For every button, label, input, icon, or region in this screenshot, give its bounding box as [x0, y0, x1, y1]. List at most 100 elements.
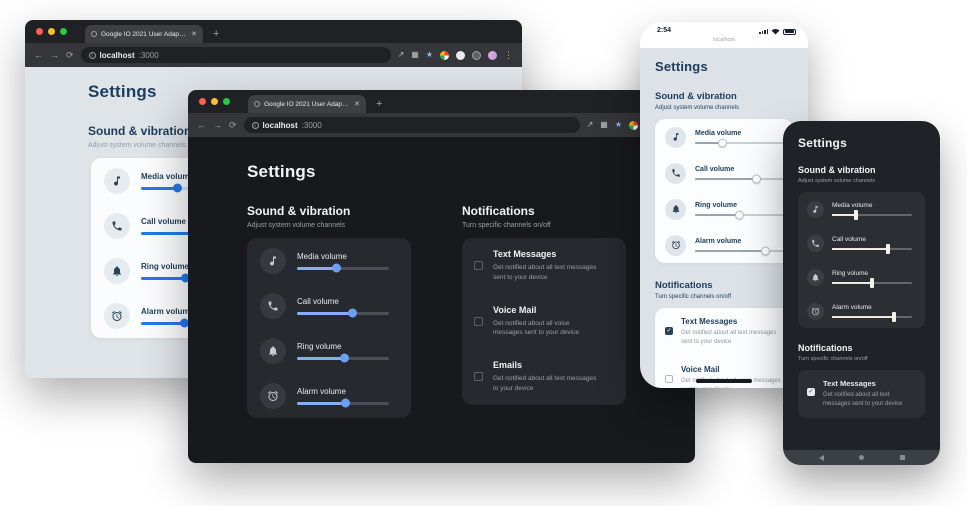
- browser-address[interactable]: localhost: [640, 37, 808, 43]
- status-icons: [759, 28, 796, 35]
- alarm-volume-slider[interactable]: [832, 316, 912, 318]
- slider-thumb[interactable]: [761, 247, 770, 256]
- media-volume-row: Media volume: [655, 119, 793, 155]
- address-bar[interactable]: i localhost:3000: [81, 47, 391, 63]
- slider-thumb[interactable]: [173, 184, 182, 193]
- notifications-section-title: Notifications: [462, 204, 626, 218]
- emails-checkbox[interactable]: [474, 372, 483, 381]
- site-info-icon[interactable]: i: [89, 52, 96, 59]
- music-note-icon: [104, 168, 130, 194]
- ring-volume-label: Ring volume: [832, 270, 912, 277]
- new-tab-button[interactable]: +: [376, 98, 382, 110]
- reload-icon[interactable]: ⟳: [66, 51, 74, 60]
- extension-colorwheel-icon[interactable]: [440, 51, 449, 60]
- share-icon[interactable]: ↗: [398, 51, 405, 59]
- extension-gem-icon[interactable]: [488, 51, 497, 60]
- slider-thumb[interactable]: [332, 264, 341, 273]
- slider-thumb[interactable]: [870, 278, 874, 288]
- ring-volume-slider[interactable]: [832, 282, 912, 284]
- phone-icon: [807, 235, 824, 252]
- slider-thumb[interactable]: [892, 312, 896, 322]
- notification-title: Text Messages: [681, 317, 783, 326]
- extension-ghost-icon[interactable]: [456, 51, 465, 60]
- text-messages-checkbox[interactable]: ✓: [665, 327, 673, 335]
- close-tab-icon[interactable]: ✕: [191, 30, 197, 38]
- voice-mail-checkbox[interactable]: [474, 317, 483, 326]
- share-icon[interactable]: ↗: [587, 121, 594, 129]
- ring-volume-row: Ring volume: [655, 191, 793, 227]
- slider-thumb[interactable]: [340, 354, 349, 363]
- translate-icon[interactable]: ▦: [411, 51, 419, 59]
- slider-thumb[interactable]: [718, 139, 727, 148]
- forward-icon[interactable]: →: [213, 121, 222, 130]
- ring-volume-slider[interactable]: [695, 214, 787, 217]
- back-icon[interactable]: ←: [34, 51, 43, 60]
- slider-thumb[interactable]: [854, 210, 858, 220]
- browser-menu-icon[interactable]: ⋮: [504, 50, 513, 61]
- alarm-volume-label: Alarm volume: [297, 387, 389, 396]
- text-messages-row: ✓ Text Messages Get notified about all t…: [798, 370, 925, 418]
- minimize-window-button[interactable]: [211, 98, 218, 105]
- close-window-button[interactable]: [199, 98, 206, 105]
- bookmark-star-icon[interactable]: ★: [615, 121, 622, 129]
- android-recents-icon[interactable]: [900, 455, 905, 460]
- voice-mail-checkbox[interactable]: [665, 375, 673, 383]
- zoom-window-button[interactable]: [60, 28, 67, 35]
- android-back-icon[interactable]: [819, 455, 824, 461]
- slider-thumb[interactable]: [886, 244, 890, 254]
- bookmark-star-icon[interactable]: ★: [426, 51, 433, 59]
- call-volume-slider[interactable]: [695, 178, 787, 181]
- slider-thumb[interactable]: [735, 211, 744, 220]
- text-messages-checkbox[interactable]: [474, 261, 483, 270]
- sound-section-subtitle: Adjust system volume channels: [655, 105, 793, 111]
- alarm-volume-row: Alarm volume: [655, 227, 793, 263]
- extension-colorwheel-icon[interactable]: [629, 121, 638, 130]
- address-bar[interactable]: i localhost :3000: [244, 117, 580, 133]
- page-title: Settings: [247, 162, 695, 182]
- call-volume-slider[interactable]: [832, 248, 912, 250]
- zoom-window-button[interactable]: [223, 98, 230, 105]
- text-messages-checkbox[interactable]: ✓: [807, 388, 815, 396]
- alarm-volume-slider[interactable]: [297, 402, 389, 405]
- slider-thumb[interactable]: [752, 175, 761, 184]
- browser-tab[interactable]: Google IO 2021 User Adaptive ✕: [248, 95, 366, 113]
- url-host: localhost: [263, 121, 298, 130]
- url-port: :3000: [302, 121, 322, 130]
- browser-tab[interactable]: Google IO 2021 User Adaptive ✕: [85, 25, 203, 43]
- text-messages-row: Text Messages Get notified about all tex…: [462, 238, 626, 294]
- forward-icon[interactable]: →: [50, 51, 59, 60]
- page-title: Settings: [798, 136, 925, 150]
- call-volume-row: Call volume: [655, 155, 793, 191]
- volume-card: Media volume Call volume Ring volume Ala…: [655, 119, 793, 263]
- alarm-volume-slider[interactable]: [695, 250, 787, 253]
- close-tab-icon[interactable]: ✕: [354, 100, 360, 108]
- notification-title: Emails: [493, 360, 598, 370]
- window-controls: [36, 28, 67, 35]
- back-icon[interactable]: ←: [197, 121, 206, 130]
- close-window-button[interactable]: [36, 28, 43, 35]
- translate-icon[interactable]: ▦: [600, 121, 608, 129]
- notification-title: Voice Mail: [681, 365, 783, 374]
- extension-person-icon[interactable]: [472, 51, 481, 60]
- home-indicator[interactable]: [696, 379, 752, 383]
- reload-icon[interactable]: ⟳: [229, 121, 237, 130]
- call-volume-slider[interactable]: [297, 312, 389, 315]
- minimize-window-button[interactable]: [48, 28, 55, 35]
- media-volume-slider[interactable]: [695, 142, 787, 145]
- call-volume-label: Call volume: [297, 297, 389, 306]
- media-volume-slider[interactable]: [297, 267, 389, 270]
- notifications-section-subtitle: Turn specific channels on/off: [798, 356, 925, 362]
- site-info-icon[interactable]: i: [252, 122, 259, 129]
- ring-volume-slider[interactable]: [297, 357, 389, 360]
- android-home-icon[interactable]: [859, 455, 864, 460]
- new-tab-button[interactable]: +: [213, 28, 219, 40]
- sound-section-subtitle: Adjust system volume channels: [798, 178, 925, 184]
- slider-thumb[interactable]: [341, 399, 350, 408]
- slider-thumb[interactable]: [348, 309, 357, 318]
- music-note-icon: [665, 127, 686, 148]
- media-volume-slider[interactable]: [832, 214, 912, 216]
- ring-volume-row: Ring volume: [247, 328, 411, 373]
- call-volume-row: Call volume: [798, 226, 925, 260]
- toolbar-icons: ↗ ▦ ★ ⋮: [398, 50, 513, 61]
- notifications-column: Notifications Turn specific channels on/…: [462, 204, 626, 418]
